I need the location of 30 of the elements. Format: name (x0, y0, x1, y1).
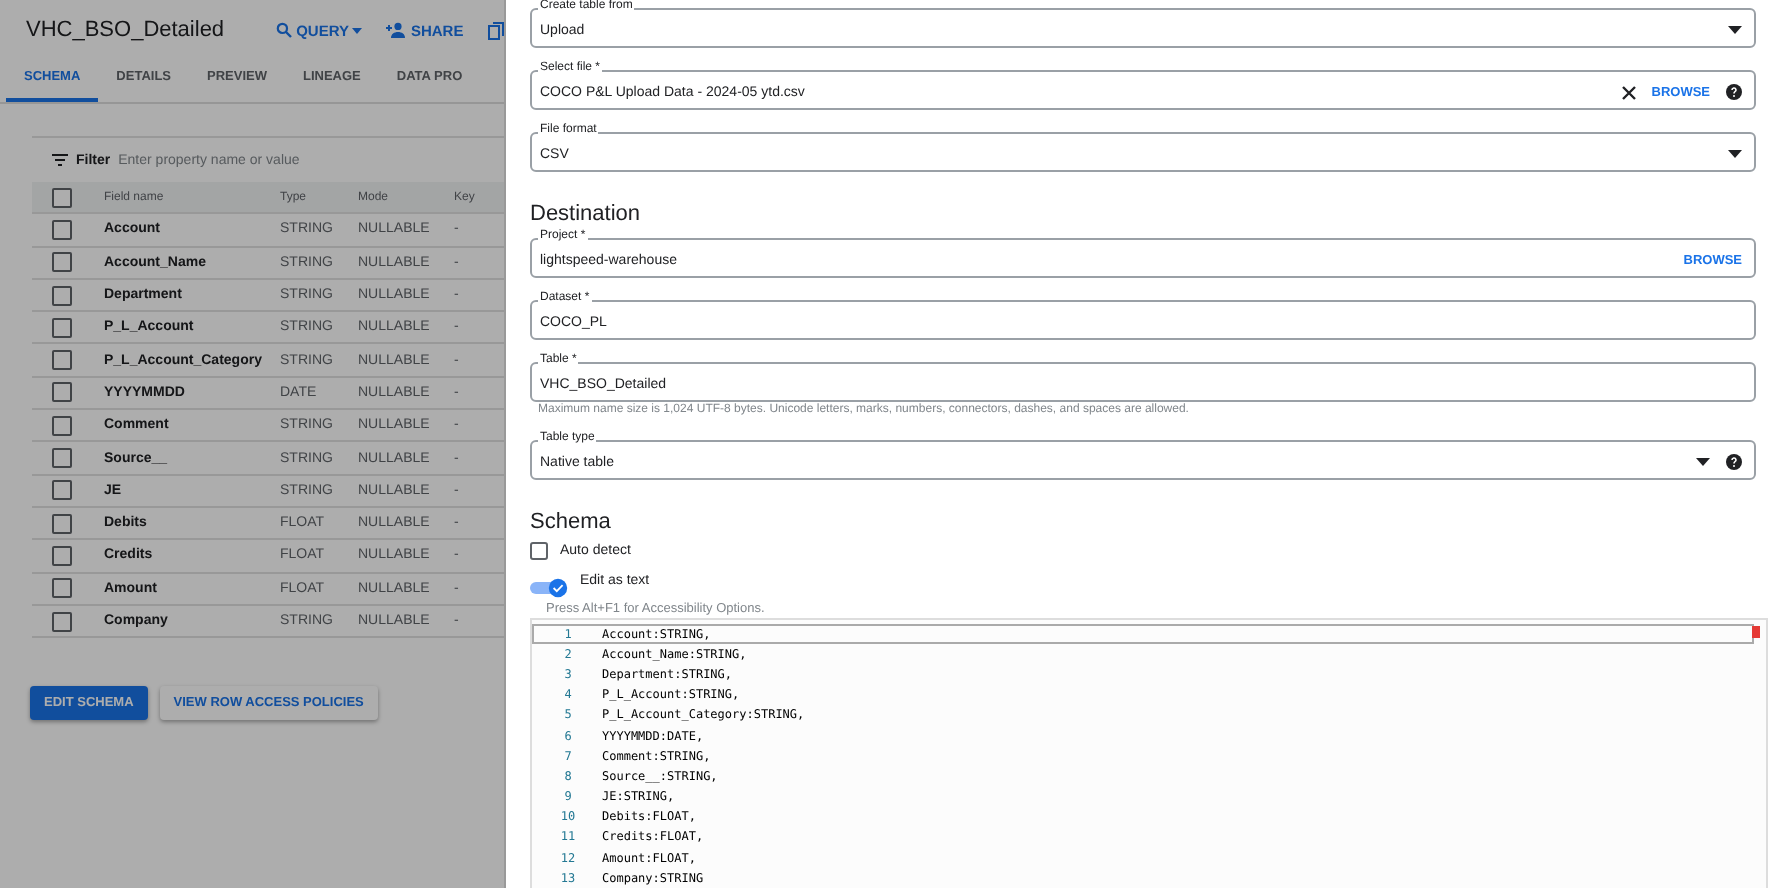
copy-icon (487, 21, 504, 39)
row-checkbox[interactable] (52, 480, 72, 501)
select-all-checkbox[interactable] (52, 187, 72, 208)
row-checkbox[interactable] (52, 513, 72, 534)
dropdown-caret-icon (1728, 150, 1742, 158)
dropdown-caret-icon (1696, 458, 1710, 466)
checkbox[interactable] (530, 542, 548, 560)
row-checkbox[interactable] (52, 578, 72, 599)
row-checkbox[interactable] (52, 285, 72, 306)
table-title: VHC_BSO_Detailed (26, 18, 225, 42)
section-heading: Destination (530, 202, 643, 226)
row-checkbox[interactable] (52, 252, 72, 273)
dropdown-caret-icon (1728, 26, 1742, 34)
caret-icon (352, 27, 363, 33)
row-checkbox[interactable] (52, 611, 72, 631)
section-heading: Schema (530, 510, 613, 534)
row-checkbox[interactable] (52, 545, 72, 566)
row-checkbox[interactable] (52, 448, 72, 469)
error-marker (1752, 626, 1760, 638)
add-person-icon (386, 22, 407, 38)
filter-icon (52, 154, 68, 166)
row-checkbox[interactable] (52, 415, 72, 436)
clear-icon[interactable] (1621, 85, 1636, 99)
row-checkbox[interactable] (52, 317, 72, 338)
row-checkbox[interactable] (52, 350, 72, 371)
help-icon[interactable] (1726, 84, 1742, 100)
row-checkbox[interactable] (52, 382, 72, 403)
row-checkbox[interactable] (52, 219, 72, 240)
help-icon[interactable] (1726, 454, 1742, 470)
search-icon (276, 22, 293, 38)
